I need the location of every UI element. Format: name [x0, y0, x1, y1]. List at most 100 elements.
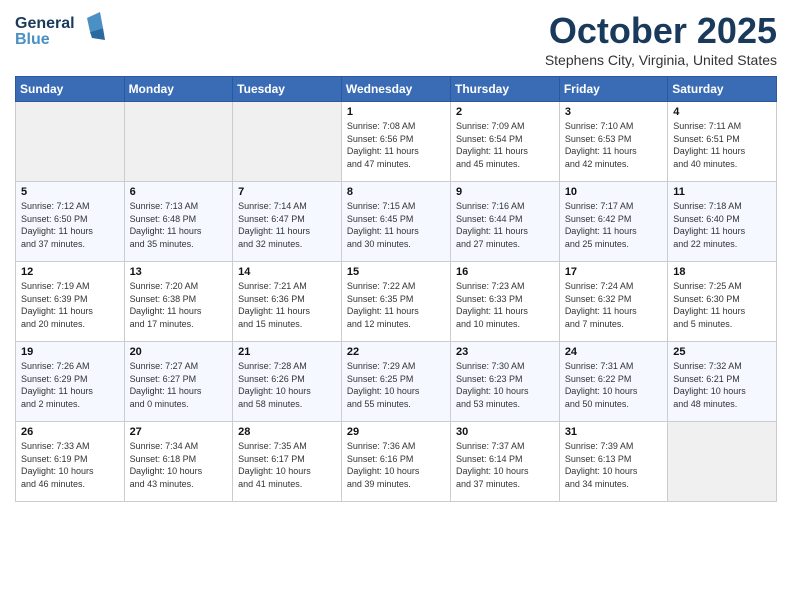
calendar-day-cell: 30 Sunrise: 7:37 AM Sunset: 6:14 PM Dayli…	[450, 422, 559, 502]
day-number: 22	[347, 346, 445, 358]
day-number: 13	[130, 266, 228, 278]
calendar-day-cell: 22 Sunrise: 7:29 AM Sunset: 6:25 PM Dayli…	[341, 342, 450, 422]
day-info: Sunrise: 7:16 AM Sunset: 6:44 PM Dayligh…	[456, 200, 554, 250]
day-info: Sunrise: 7:34 AM Sunset: 6:18 PM Dayligh…	[130, 440, 228, 490]
month-title: October 2025	[545, 10, 777, 52]
calendar-week-row: 26Sunrise: 7:33 AM Sunset: 6:19 PM Dayli…	[16, 422, 777, 502]
header-wednesday: Wednesday	[341, 77, 450, 102]
calendar-day-cell: 7 Sunrise: 7:14 AM Sunset: 6:47 PM Daylig…	[233, 182, 342, 262]
day-info: Sunrise: 7:12 AM Sunset: 6:50 PM Dayligh…	[21, 200, 119, 250]
day-number: 11	[673, 186, 771, 198]
day-number: 3	[565, 106, 662, 118]
calendar-week-row: 19 Sunrise: 7:26 AM Sunset: 6:29 PM Dayli…	[16, 342, 777, 422]
day-number: 29	[347, 426, 445, 438]
header-tuesday: Tuesday	[233, 77, 342, 102]
calendar-day-cell: 21 Sunrise: 7:28 AM Sunset: 6:26 PM Dayli…	[233, 342, 342, 422]
calendar-header-row: Sunday Monday Tuesday Wednesday Thursday…	[16, 77, 777, 102]
calendar-day-cell: 24 Sunrise: 7:31 AM Sunset: 6:22 PM Dayli…	[559, 342, 667, 422]
calendar-day-cell: 11 Sunrise: 7:18 AM Sunset: 6:40 PM Dayli…	[668, 182, 777, 262]
calendar-day-cell: 12Sunrise: 7:19 AM Sunset: 6:39 PM Dayli…	[16, 262, 125, 342]
day-number: 4	[673, 106, 771, 118]
calendar-day-cell: 31 Sunrise: 7:39 AM Sunset: 6:13 PM Dayli…	[559, 422, 667, 502]
day-info: Sunrise: 7:09 AM Sunset: 6:54 PM Dayligh…	[456, 120, 554, 170]
day-number: 24	[565, 346, 662, 358]
day-number: 21	[238, 346, 336, 358]
calendar-day-cell: 9Sunrise: 7:16 AM Sunset: 6:44 PM Daylig…	[450, 182, 559, 262]
calendar-day-cell: 3 Sunrise: 7:10 AM Sunset: 6:53 PM Daylig…	[559, 102, 667, 182]
calendar-day-cell	[233, 102, 342, 182]
day-info: Sunrise: 7:17 AM Sunset: 6:42 PM Dayligh…	[565, 200, 662, 250]
day-number: 20	[130, 346, 228, 358]
day-info: Sunrise: 7:20 AM Sunset: 6:38 PM Dayligh…	[130, 280, 228, 330]
day-info: Sunrise: 7:39 AM Sunset: 6:13 PM Dayligh…	[565, 440, 662, 490]
day-info: Sunrise: 7:10 AM Sunset: 6:53 PM Dayligh…	[565, 120, 662, 170]
day-info: Sunrise: 7:18 AM Sunset: 6:40 PM Dayligh…	[673, 200, 771, 250]
day-info: Sunrise: 7:37 AM Sunset: 6:14 PM Dayligh…	[456, 440, 554, 490]
calendar-week-row: 1Sunrise: 7:08 AM Sunset: 6:56 PM Daylig…	[16, 102, 777, 182]
day-info: Sunrise: 7:26 AM Sunset: 6:29 PM Dayligh…	[21, 360, 119, 410]
header-thursday: Thursday	[450, 77, 559, 102]
calendar-day-cell: 14 Sunrise: 7:21 AM Sunset: 6:36 PM Dayli…	[233, 262, 342, 342]
calendar-day-cell: 6 Sunrise: 7:13 AM Sunset: 6:48 PM Daylig…	[124, 182, 233, 262]
day-number: 23	[456, 346, 554, 358]
day-number: 14	[238, 266, 336, 278]
calendar-day-cell: 5 Sunrise: 7:12 AM Sunset: 6:50 PM Daylig…	[16, 182, 125, 262]
calendar-day-cell	[16, 102, 125, 182]
location: Stephens City, Virginia, United States	[545, 52, 777, 68]
calendar-day-cell: 25Sunrise: 7:32 AM Sunset: 6:21 PM Dayli…	[668, 342, 777, 422]
calendar-day-cell: 20 Sunrise: 7:27 AM Sunset: 6:27 PM Dayli…	[124, 342, 233, 422]
day-number: 25	[673, 346, 771, 358]
day-info: Sunrise: 7:14 AM Sunset: 6:47 PM Dayligh…	[238, 200, 336, 250]
day-info: Sunrise: 7:35 AM Sunset: 6:17 PM Dayligh…	[238, 440, 336, 490]
day-info: Sunrise: 7:29 AM Sunset: 6:25 PM Dayligh…	[347, 360, 445, 410]
header-monday: Monday	[124, 77, 233, 102]
calendar-day-cell: 2Sunrise: 7:09 AM Sunset: 6:54 PM Daylig…	[450, 102, 559, 182]
day-number: 7	[238, 186, 336, 198]
day-info: Sunrise: 7:28 AM Sunset: 6:26 PM Dayligh…	[238, 360, 336, 410]
day-info: Sunrise: 7:36 AM Sunset: 6:16 PM Dayligh…	[347, 440, 445, 490]
header: General Blue October 2025 Stephens City,…	[15, 10, 777, 68]
day-info: Sunrise: 7:08 AM Sunset: 6:56 PM Dayligh…	[347, 120, 445, 170]
calendar-day-cell: 27 Sunrise: 7:34 AM Sunset: 6:18 PM Dayli…	[124, 422, 233, 502]
header-friday: Friday	[559, 77, 667, 102]
day-number: 26	[21, 426, 119, 438]
calendar-week-row: 12Sunrise: 7:19 AM Sunset: 6:39 PM Dayli…	[16, 262, 777, 342]
day-info: Sunrise: 7:13 AM Sunset: 6:48 PM Dayligh…	[130, 200, 228, 250]
day-number: 19	[21, 346, 119, 358]
logo: General Blue	[15, 10, 105, 50]
day-number: 8	[347, 186, 445, 198]
title-block: October 2025 Stephens City, Virginia, Un…	[545, 10, 777, 68]
day-number: 15	[347, 266, 445, 278]
svg-text:Blue: Blue	[15, 31, 50, 48]
day-number: 31	[565, 426, 662, 438]
day-number: 10	[565, 186, 662, 198]
day-info: Sunrise: 7:27 AM Sunset: 6:27 PM Dayligh…	[130, 360, 228, 410]
day-info: Sunrise: 7:11 AM Sunset: 6:51 PM Dayligh…	[673, 120, 771, 170]
day-info: Sunrise: 7:23 AM Sunset: 6:33 PM Dayligh…	[456, 280, 554, 330]
day-number: 12	[21, 266, 119, 278]
day-info: Sunrise: 7:24 AM Sunset: 6:32 PM Dayligh…	[565, 280, 662, 330]
day-number: 5	[21, 186, 119, 198]
day-number: 30	[456, 426, 554, 438]
day-info: Sunrise: 7:22 AM Sunset: 6:35 PM Dayligh…	[347, 280, 445, 330]
day-number: 18	[673, 266, 771, 278]
calendar-day-cell: 4 Sunrise: 7:11 AM Sunset: 6:51 PM Daylig…	[668, 102, 777, 182]
day-info: Sunrise: 7:25 AM Sunset: 6:30 PM Dayligh…	[673, 280, 771, 330]
page-container: General Blue October 2025 Stephens City,…	[0, 0, 792, 512]
calendar-day-cell: 13 Sunrise: 7:20 AM Sunset: 6:38 PM Dayli…	[124, 262, 233, 342]
day-number: 27	[130, 426, 228, 438]
calendar-day-cell: 17 Sunrise: 7:24 AM Sunset: 6:32 PM Dayli…	[559, 262, 667, 342]
header-saturday: Saturday	[668, 77, 777, 102]
calendar-day-cell: 15 Sunrise: 7:22 AM Sunset: 6:35 PM Dayli…	[341, 262, 450, 342]
day-number: 28	[238, 426, 336, 438]
day-number: 16	[456, 266, 554, 278]
svg-text:General: General	[15, 15, 75, 32]
day-info: Sunrise: 7:21 AM Sunset: 6:36 PM Dayligh…	[238, 280, 336, 330]
day-info: Sunrise: 7:31 AM Sunset: 6:22 PM Dayligh…	[565, 360, 662, 410]
calendar-day-cell: 8Sunrise: 7:15 AM Sunset: 6:45 PM Daylig…	[341, 182, 450, 262]
calendar-day-cell: 10 Sunrise: 7:17 AM Sunset: 6:42 PM Dayli…	[559, 182, 667, 262]
calendar-day-cell: 23Sunrise: 7:30 AM Sunset: 6:23 PM Dayli…	[450, 342, 559, 422]
day-number: 6	[130, 186, 228, 198]
calendar-day-cell	[124, 102, 233, 182]
day-number: 17	[565, 266, 662, 278]
